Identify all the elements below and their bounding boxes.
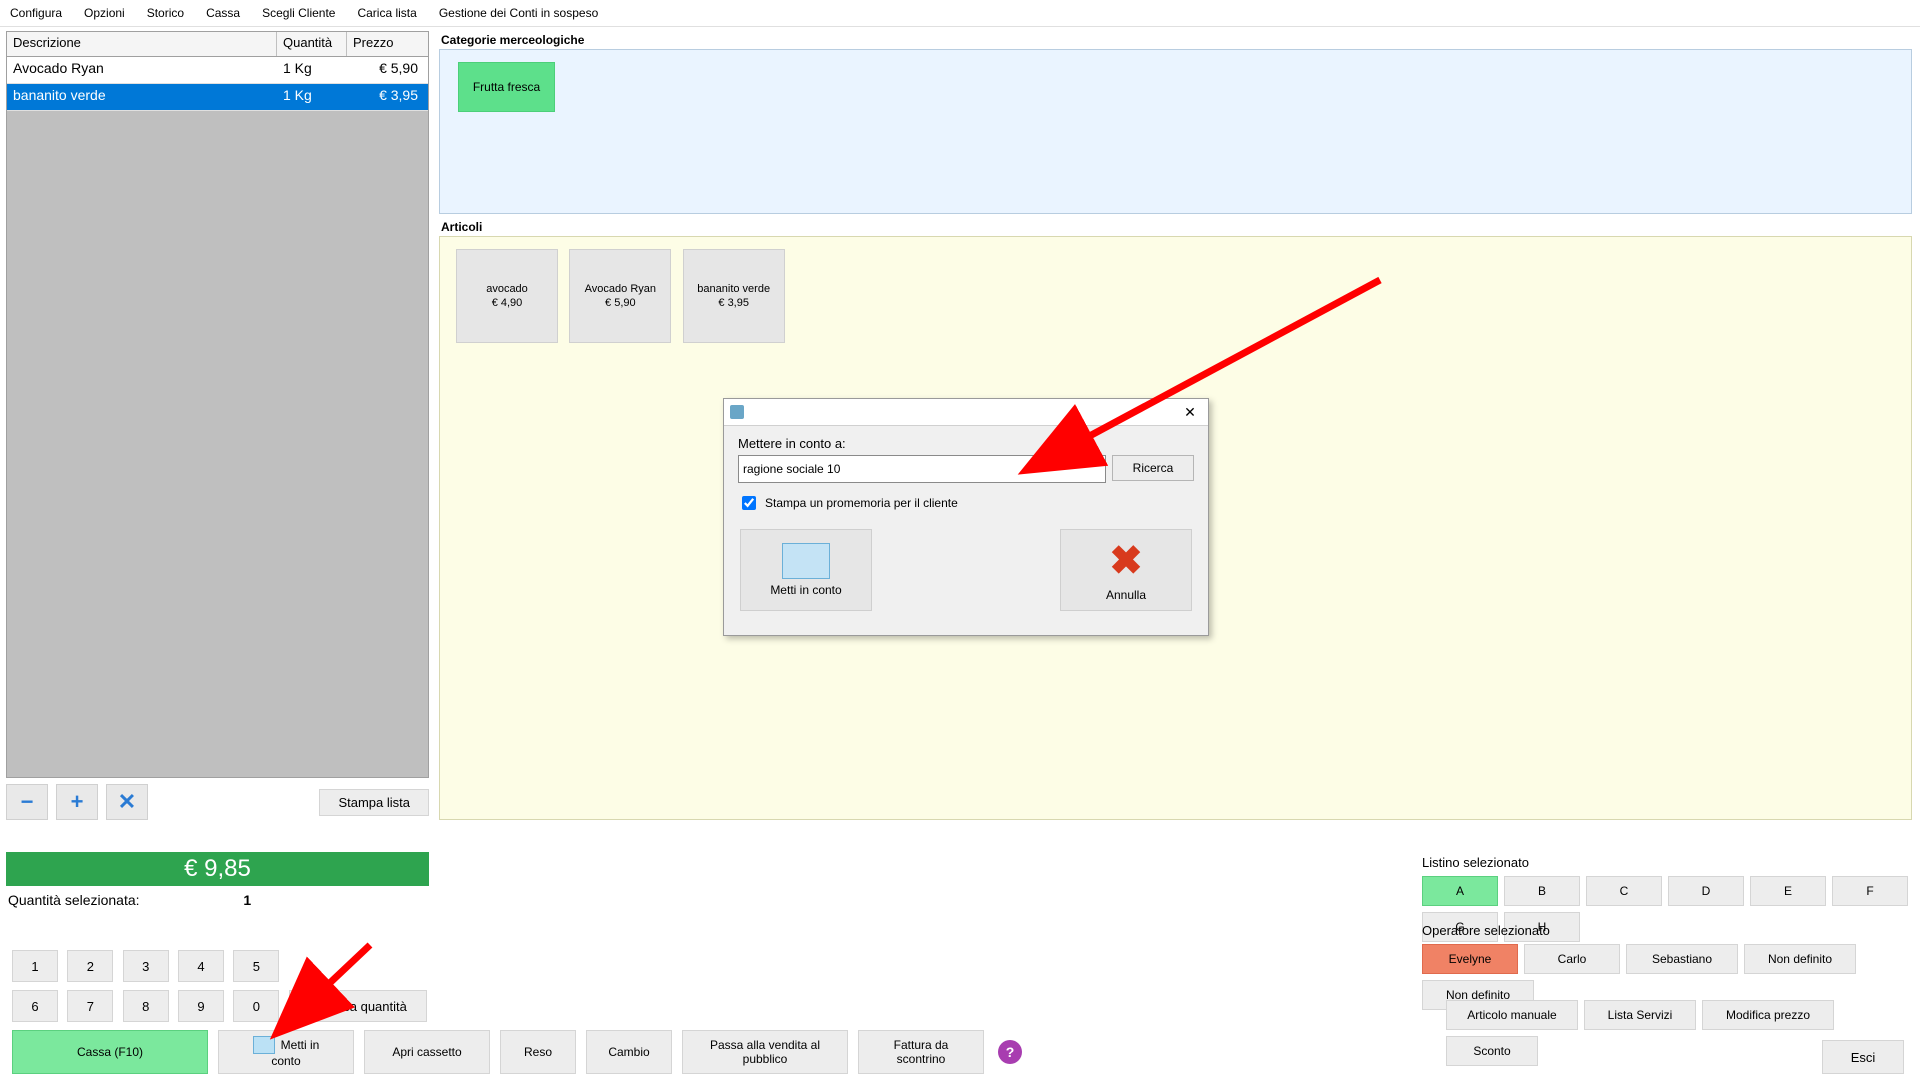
keypad-8[interactable]: 8 bbox=[123, 990, 169, 1022]
return-button[interactable]: Reso bbox=[500, 1030, 576, 1074]
print-reminder-label: Stampa un promemoria per il cliente bbox=[765, 496, 958, 510]
pricelist-D[interactable]: D bbox=[1668, 876, 1744, 906]
menu-carica-lista[interactable]: Carica lista bbox=[357, 6, 416, 20]
close-icon: ✖ bbox=[1109, 538, 1143, 584]
table-row[interactable]: bananito verde 1 Kg € 3,95 bbox=[7, 84, 428, 111]
confirm-label: Metti in conto bbox=[770, 583, 841, 597]
keypad-9[interactable]: 9 bbox=[178, 990, 224, 1022]
pricelist-E[interactable]: E bbox=[1750, 876, 1826, 906]
keypad-3[interactable]: 3 bbox=[123, 950, 169, 982]
manual-article-button[interactable]: Articolo manuale bbox=[1446, 1000, 1578, 1030]
pricelist-title: Listino selezionato bbox=[1422, 855, 1912, 870]
quantity-plus-button[interactable]: + bbox=[56, 784, 98, 820]
selected-qty-label: Quantità selezionata: bbox=[8, 892, 140, 908]
close-icon[interactable]: ✕ bbox=[1178, 402, 1202, 422]
account-search-input[interactable] bbox=[738, 455, 1106, 483]
menubar: Configura Opzioni Storico Cassa Scegli C… bbox=[0, 0, 1920, 27]
keypad-4[interactable]: 4 bbox=[178, 950, 224, 982]
article-name: avocado bbox=[486, 283, 528, 295]
keypad-1[interactable]: 1 bbox=[12, 950, 58, 982]
cell-desc: Avocado Ryan bbox=[7, 57, 277, 83]
put-on-account-dialog: ✕ Mettere in conto a: Ricerca Stampa un … bbox=[723, 398, 1209, 636]
categories-title: Categorie merceologiche bbox=[441, 33, 1912, 47]
open-drawer-button[interactable]: Apri cassetto bbox=[364, 1030, 490, 1074]
dialog-label: Mettere in conto a: bbox=[738, 436, 1194, 451]
article-price: € 4,90 bbox=[492, 297, 523, 309]
cell-price: € 5,90 bbox=[347, 57, 428, 83]
article-price: € 3,95 bbox=[718, 297, 749, 309]
menu-configura[interactable]: Configura bbox=[10, 6, 62, 20]
keypad-0[interactable]: 0 bbox=[233, 990, 279, 1022]
put-on-account-button[interactable]: Metti in conto bbox=[218, 1030, 354, 1074]
keypad-7[interactable]: 7 bbox=[67, 990, 113, 1022]
cancel-label: Annulla bbox=[1106, 588, 1146, 602]
print-list-button[interactable]: Stampa lista bbox=[319, 789, 429, 816]
invoice-from-receipt-button[interactable]: Fattura da scontrino bbox=[858, 1030, 984, 1074]
cell-price: € 3,95 bbox=[347, 84, 428, 110]
grid-header-qty[interactable]: Quantità bbox=[277, 32, 347, 56]
operator-sebastiano[interactable]: Sebastiano bbox=[1626, 944, 1738, 974]
operator-evelyne[interactable]: Evelyne bbox=[1422, 944, 1518, 974]
search-button[interactable]: Ricerca bbox=[1112, 455, 1194, 481]
modify-price-button[interactable]: Modifica prezzo bbox=[1702, 1000, 1834, 1030]
keypad-6[interactable]: 6 bbox=[12, 990, 58, 1022]
pricelist-C[interactable]: C bbox=[1586, 876, 1662, 906]
help-icon[interactable]: ? bbox=[998, 1040, 1022, 1064]
pricelist-A[interactable]: A bbox=[1422, 876, 1498, 906]
btn-line2: pubblico bbox=[743, 1052, 788, 1066]
category-button[interactable]: Frutta fresca bbox=[458, 62, 555, 112]
menu-gestione-conti[interactable]: Gestione dei Conti in sospeso bbox=[439, 6, 598, 20]
total-display: € 9,85 bbox=[6, 852, 429, 886]
cell-qty: 1 Kg bbox=[277, 84, 347, 110]
menu-opzioni[interactable]: Opzioni bbox=[84, 6, 125, 20]
article-button[interactable]: avocado € 4,90 bbox=[456, 249, 558, 343]
articles-title: Articoli bbox=[441, 220, 1912, 234]
checkout-button[interactable]: Cassa (F10) bbox=[12, 1030, 208, 1074]
operator-title: Operatore selezionato bbox=[1422, 923, 1912, 938]
article-name: Avocado Ryan bbox=[585, 283, 656, 295]
keypad-2[interactable]: 2 bbox=[67, 950, 113, 982]
btn-line2: scontrino bbox=[897, 1052, 946, 1066]
modify-quantity-button[interactable]: Modifica quantità bbox=[289, 990, 427, 1022]
article-name: bananito verde bbox=[697, 283, 770, 295]
discount-button[interactable]: Sconto bbox=[1446, 1036, 1538, 1066]
cell-desc: bananito verde bbox=[7, 84, 277, 110]
operator-carlo[interactable]: Carlo bbox=[1524, 944, 1620, 974]
cart-grid[interactable]: Descrizione Quantità Prezzo Avocado Ryan… bbox=[6, 31, 429, 778]
cell-qty: 1 Kg bbox=[277, 57, 347, 83]
book-icon bbox=[782, 543, 830, 579]
book-icon bbox=[253, 1036, 275, 1054]
print-reminder-checkbox[interactable] bbox=[742, 496, 756, 510]
btn-line1: Passa alla vendita al bbox=[710, 1038, 820, 1052]
menu-storico[interactable]: Storico bbox=[147, 6, 184, 20]
app-icon bbox=[730, 405, 744, 419]
switch-public-sale-button[interactable]: Passa alla vendita al pubblico bbox=[682, 1030, 848, 1074]
quantity-minus-button[interactable]: − bbox=[6, 784, 48, 820]
article-price: € 5,90 bbox=[605, 297, 636, 309]
article-button[interactable]: bananito verde € 3,95 bbox=[683, 249, 785, 343]
categories-panel: Frutta fresca bbox=[439, 49, 1912, 214]
service-list-button[interactable]: Lista Servizi bbox=[1584, 1000, 1696, 1030]
grid-header-price[interactable]: Prezzo bbox=[347, 32, 428, 56]
operator-undefined-1[interactable]: Non definito bbox=[1744, 944, 1856, 974]
btn-line1: Fattura da bbox=[894, 1038, 949, 1052]
keypad-5[interactable]: 5 bbox=[233, 950, 279, 982]
selected-qty-value: 1 bbox=[243, 892, 251, 908]
grid-header-desc[interactable]: Descrizione bbox=[7, 32, 277, 56]
exchange-button[interactable]: Cambio bbox=[586, 1030, 672, 1074]
btn-line1: Metti in bbox=[281, 1038, 320, 1052]
exit-button[interactable]: Esci bbox=[1822, 1040, 1904, 1074]
cancel-button[interactable]: ✖ Annulla bbox=[1060, 529, 1192, 611]
pricelist-B[interactable]: B bbox=[1504, 876, 1580, 906]
btn-line2: conto bbox=[271, 1054, 300, 1068]
menu-scegli-cliente[interactable]: Scegli Cliente bbox=[262, 6, 335, 20]
article-button[interactable]: Avocado Ryan € 5,90 bbox=[569, 249, 671, 343]
table-row[interactable]: Avocado Ryan 1 Kg € 5,90 bbox=[7, 57, 428, 84]
pricelist-F[interactable]: F bbox=[1832, 876, 1908, 906]
confirm-put-on-account-button[interactable]: Metti in conto bbox=[740, 529, 872, 611]
remove-item-button[interactable]: ✕ bbox=[106, 784, 148, 820]
menu-cassa[interactable]: Cassa bbox=[206, 6, 240, 20]
